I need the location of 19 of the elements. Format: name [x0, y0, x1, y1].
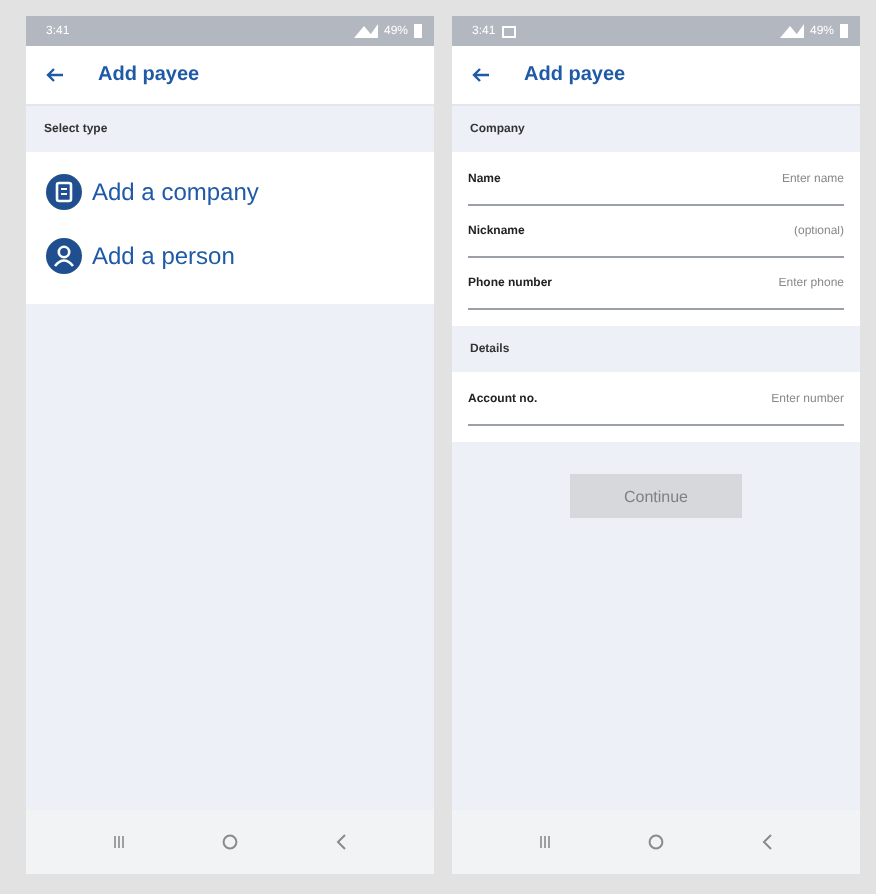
notification-icon: [501, 25, 516, 37]
home-icon: [221, 834, 238, 850]
home-icon: [647, 834, 664, 850]
battery-icon: [840, 24, 848, 38]
signal-icon: [353, 24, 378, 38]
option-item[interactable]: Add a company: [26, 160, 434, 224]
person-icon: [46, 238, 82, 274]
back-arrow-icon: [472, 68, 490, 82]
back-icon: [335, 834, 346, 850]
building-icon: [46, 174, 82, 210]
back-icon: [761, 834, 772, 850]
screen-title: Add payee: [524, 64, 626, 86]
battery-icon: [414, 24, 422, 38]
recent-apps-icon: [114, 836, 125, 848]
recent-apps-icon: [540, 836, 551, 848]
signal-icon: [779, 24, 804, 38]
option-item[interactable]: Add a person: [26, 224, 434, 288]
back-arrow-icon: [46, 68, 64, 82]
screen-title: Add payee: [98, 64, 200, 86]
